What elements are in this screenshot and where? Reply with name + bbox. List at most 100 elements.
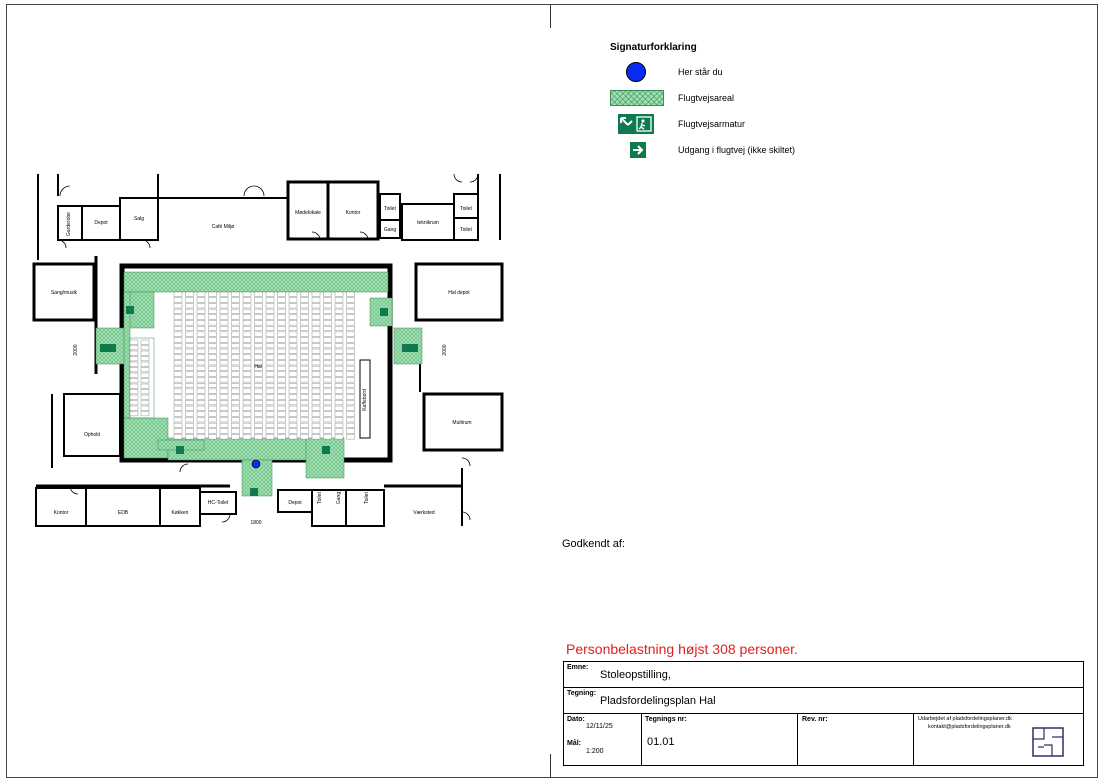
seat (219, 325, 229, 331)
seat (242, 325, 252, 331)
seat (346, 405, 355, 411)
legend-item-escape-area: Flugtvejsareal (610, 88, 910, 110)
tegning-row: Tegning: Pladsfordelingsplan Hal (564, 688, 1083, 714)
seat (140, 339, 150, 345)
tegning-label: Tegning: (567, 690, 597, 697)
company-cell: Udarbejdet af pladsfordelingsplaner.dk k… (914, 714, 1083, 765)
seat (196, 428, 206, 434)
seat (277, 291, 286, 297)
seat (334, 365, 344, 371)
seat (346, 400, 355, 406)
seat (334, 297, 344, 303)
seat (265, 297, 275, 303)
seat (173, 291, 183, 297)
seat (300, 382, 309, 388)
seat (334, 405, 344, 411)
seat (323, 394, 332, 400)
seat (242, 400, 252, 406)
seat (323, 371, 332, 377)
seat (311, 303, 321, 309)
seat (254, 428, 263, 434)
seat (129, 350, 139, 356)
emne-label: Emne: (567, 664, 589, 671)
seat (185, 297, 194, 303)
seat (300, 297, 309, 303)
seat (300, 354, 309, 360)
sheet-tick-bottom (550, 754, 551, 778)
seat (185, 394, 194, 400)
seat (265, 303, 275, 309)
seat (196, 331, 206, 337)
seat (242, 388, 252, 394)
seat (300, 394, 309, 400)
seat (242, 382, 252, 388)
seat (231, 394, 240, 400)
seat (231, 434, 240, 440)
emergency-exit-sign-icon (618, 114, 654, 134)
seat (231, 291, 240, 297)
seat (334, 417, 344, 423)
seat (346, 422, 355, 428)
seat (208, 382, 217, 388)
legend-title: Signaturforklaring (610, 42, 697, 53)
capacity-notice: Personbelastning højst 308 personer. (566, 641, 798, 657)
seat (346, 428, 355, 434)
seat (185, 314, 194, 320)
seat (277, 388, 286, 394)
seat (231, 308, 240, 314)
seat (129, 411, 139, 417)
seat (219, 377, 229, 383)
seat (208, 297, 217, 303)
seat (196, 434, 206, 440)
seat (311, 343, 321, 349)
seat (265, 348, 275, 354)
seat (288, 348, 298, 354)
seat (265, 411, 275, 417)
seat (173, 314, 183, 320)
seat (231, 297, 240, 303)
seat (196, 308, 206, 314)
room-label: Køkken (172, 510, 189, 516)
seat (254, 314, 263, 320)
room-label: Garderobe (66, 212, 72, 236)
seat (196, 320, 206, 326)
seat (219, 314, 229, 320)
seat (196, 365, 206, 371)
maal-value: 1:200 (586, 748, 604, 755)
seat (185, 354, 194, 360)
seat (173, 417, 183, 423)
room-label: Depot (288, 500, 302, 506)
seat (242, 405, 252, 411)
seat (311, 348, 321, 354)
seat (277, 405, 286, 411)
seat (219, 405, 229, 411)
seat (185, 337, 194, 343)
room-label: Gang (336, 492, 342, 504)
contact-email: kontakt@pladsfordelingsplaner.dk (928, 724, 1011, 730)
seat (277, 331, 286, 337)
seat (300, 422, 309, 428)
seat (242, 354, 252, 360)
seat (140, 394, 150, 400)
seat (242, 308, 252, 314)
seat (231, 377, 240, 383)
seat (185, 417, 194, 423)
seat (208, 325, 217, 331)
room-label: Toilet (364, 492, 370, 504)
seat (129, 356, 139, 362)
seat (219, 382, 229, 388)
seat (334, 400, 344, 406)
seat (288, 405, 298, 411)
seat (173, 354, 183, 360)
seat (323, 382, 332, 388)
seat (173, 320, 183, 326)
legend-item-exit-fixture: Flugtvejsarmatur (610, 114, 910, 136)
seat (242, 417, 252, 423)
seat (277, 371, 286, 377)
seat (277, 411, 286, 417)
room-label: Mødelokale (295, 210, 321, 216)
seat (300, 343, 309, 349)
room-label: Hal depot (448, 290, 470, 296)
seat (323, 343, 332, 349)
seat (254, 348, 263, 354)
